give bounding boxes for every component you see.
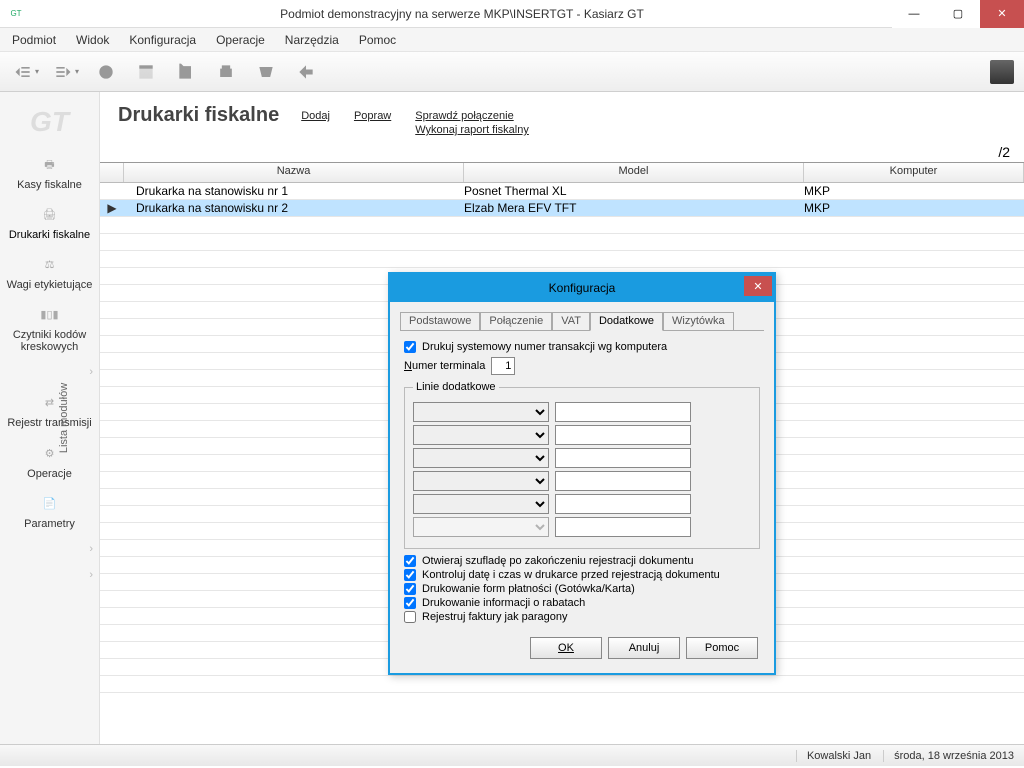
lines-legend: Linie dodatkowe [413, 381, 499, 393]
menu-pomoc[interactable]: Pomoc [355, 31, 400, 49]
titlebar: GT Podmiot demonstracyjny na serwerze MK… [0, 0, 1024, 28]
row-count: /2 [100, 144, 1024, 162]
menu-narzedzia[interactable]: Narzędzia [281, 31, 343, 49]
col-nazwa[interactable]: Nazwa [124, 163, 464, 182]
terminal-label: Numer terminala [404, 360, 485, 372]
sidebar-item-czytniki[interactable]: ▮▯▮Czytniki kodów kreskowych [4, 300, 96, 356]
close-button[interactable]: ✕ [980, 0, 1024, 28]
menu-widok[interactable]: Widok [72, 31, 113, 49]
statusbar: Kowalski Jan środa, 18 września 2013 [0, 744, 1024, 766]
chk-opt-0[interactable] [404, 555, 416, 567]
chk-opt-2-label: Drukowanie form płatności (Gotówka/Karta… [422, 583, 635, 595]
menu-konfiguracja[interactable]: Konfiguracja [125, 31, 200, 49]
toolbar-btn-4[interactable] [130, 58, 162, 86]
printer-icon: 🖨 [35, 203, 65, 227]
col-model[interactable]: Model [464, 163, 804, 182]
ok-button[interactable]: OK [530, 637, 602, 659]
tab-dodatkowe[interactable]: Dodatkowe [590, 312, 663, 331]
menu-operacje[interactable]: Operacje [212, 31, 269, 49]
sidebar-expander-3[interactable]: › [89, 569, 99, 581]
line2-input[interactable] [555, 425, 691, 445]
line5-select[interactable] [413, 494, 549, 514]
barcode-icon: ▮▯▮ [35, 303, 65, 327]
sidebar-expander-1[interactable]: › [89, 366, 99, 378]
tab-vat[interactable]: VAT [552, 312, 590, 331]
menubar: Podmiot Widok Konfiguracja Operacje Narz… [0, 28, 1024, 52]
line1-select[interactable] [413, 402, 549, 422]
sidebar-expander-2[interactable]: › [89, 543, 99, 555]
link-edit[interactable]: Popraw [354, 110, 391, 136]
toolbar-btn-7[interactable] [250, 58, 282, 86]
dialog-title: Konfiguracja ✕ [390, 274, 774, 302]
line2-select[interactable] [413, 425, 549, 445]
chk-opt-3[interactable] [404, 597, 416, 609]
line1-input[interactable] [555, 402, 691, 422]
help-button[interactable]: Pomoc [686, 637, 758, 659]
chk-opt-4-label: Rejestruj faktury jak paragony [422, 611, 568, 623]
line5-input[interactable] [555, 494, 691, 514]
table-row[interactable]: ▶Drukarka na stanowisku nr 2Elzab Mera E… [100, 200, 1024, 217]
toolbar-btn-8[interactable] [290, 58, 322, 86]
lines-fieldset: Linie dodatkowe [404, 381, 760, 549]
sidebar: GT 🖶Kasy fiskalne 🖨Drukarki fiskalne ⚖Wa… [0, 92, 100, 744]
line4-input[interactable] [555, 471, 691, 491]
maximize-button[interactable]: ▢ [936, 0, 980, 28]
line6-select [413, 517, 549, 537]
page-title: Drukarki fiskalne [118, 104, 279, 127]
chk-opt-2[interactable] [404, 583, 416, 595]
link-check[interactable]: Sprawdź połączenie [415, 110, 529, 122]
sidebar-item-operacje[interactable]: ⚙Operacje [4, 439, 96, 483]
chk-opt-0-label: Otwieraj szufladę po zakończeniu rejestr… [422, 555, 693, 567]
sidebar-item-rejestr[interactable]: ⇄Rejestr transmisji [4, 388, 96, 432]
status-user: Kowalski Jan [796, 750, 871, 762]
line3-select[interactable] [413, 448, 549, 468]
dialog-tabs: PodstawowePołączenieVATDodatkoweWizytówk… [400, 312, 764, 331]
chk-opt-4[interactable] [404, 611, 416, 623]
toolbar-btn-6[interactable] [210, 58, 242, 86]
table-row[interactable]: Drukarka na stanowisku nr 1Posnet Therma… [100, 183, 1024, 200]
line3-input[interactable] [555, 448, 691, 468]
toolbar-btn-1[interactable]: ▾ [10, 58, 42, 86]
chk-opt-3-label: Drukowanie informacji o rabatach [422, 597, 585, 609]
terminal-input[interactable] [491, 357, 515, 375]
chk-opt-1-label: Kontroluj datę i czas w drukarce przed r… [422, 569, 720, 581]
cash-register-icon: 🖶 [35, 153, 65, 177]
link-report[interactable]: Wykonaj raport fiskalny [415, 124, 529, 136]
tab-połączenie[interactable]: Połączenie [480, 312, 552, 331]
params-icon: 📄 [35, 492, 65, 516]
cube-icon[interactable] [990, 60, 1014, 84]
sidebar-item-drukarki[interactable]: 🖨Drukarki fiskalne [4, 200, 96, 244]
gt-logo: GT [30, 106, 69, 138]
tab-wizytówka[interactable]: Wizytówka [663, 312, 734, 331]
chk-print-sys-number[interactable] [404, 341, 416, 353]
toolbar-btn-3[interactable] [90, 58, 122, 86]
link-add[interactable]: Dodaj [301, 110, 330, 136]
tab-podstawowe[interactable]: Podstawowe [400, 312, 480, 331]
config-dialog: Konfiguracja ✕ PodstawowePołączenieVATDo… [388, 272, 776, 675]
window-title: Podmiot demonstracyjny na serwerze MKP\I… [32, 7, 892, 21]
chk-opt-1[interactable] [404, 569, 416, 581]
sidebar-item-wagi[interactable]: ⚖Wagi etykietujące [4, 250, 96, 294]
sidebar-item-parametry[interactable]: 📄Parametry [4, 489, 96, 533]
menu-podmiot[interactable]: Podmiot [8, 31, 60, 49]
sidebar-heading: Lista modułów [58, 383, 70, 453]
line6-input[interactable] [555, 517, 691, 537]
toolbar-btn-5[interactable] [170, 58, 202, 86]
toolbar: ▾ ▾ [0, 52, 1024, 92]
sidebar-item-kasy[interactable]: 🖶Kasy fiskalne [4, 150, 96, 194]
minimize-button[interactable]: — [892, 0, 936, 28]
app-icon: GT [8, 6, 24, 22]
col-komputer[interactable]: Komputer [804, 163, 1024, 182]
dialog-close-button[interactable]: ✕ [744, 276, 772, 296]
line4-select[interactable] [413, 471, 549, 491]
toolbar-btn-2[interactable]: ▾ [50, 58, 82, 86]
scale-icon: ⚖ [35, 253, 65, 277]
chk-print-sys-number-label: Drukuj systemowy numer transakcji wg kom… [422, 341, 667, 353]
status-date: środa, 18 września 2013 [883, 750, 1014, 762]
cancel-button[interactable]: Anuluj [608, 637, 680, 659]
